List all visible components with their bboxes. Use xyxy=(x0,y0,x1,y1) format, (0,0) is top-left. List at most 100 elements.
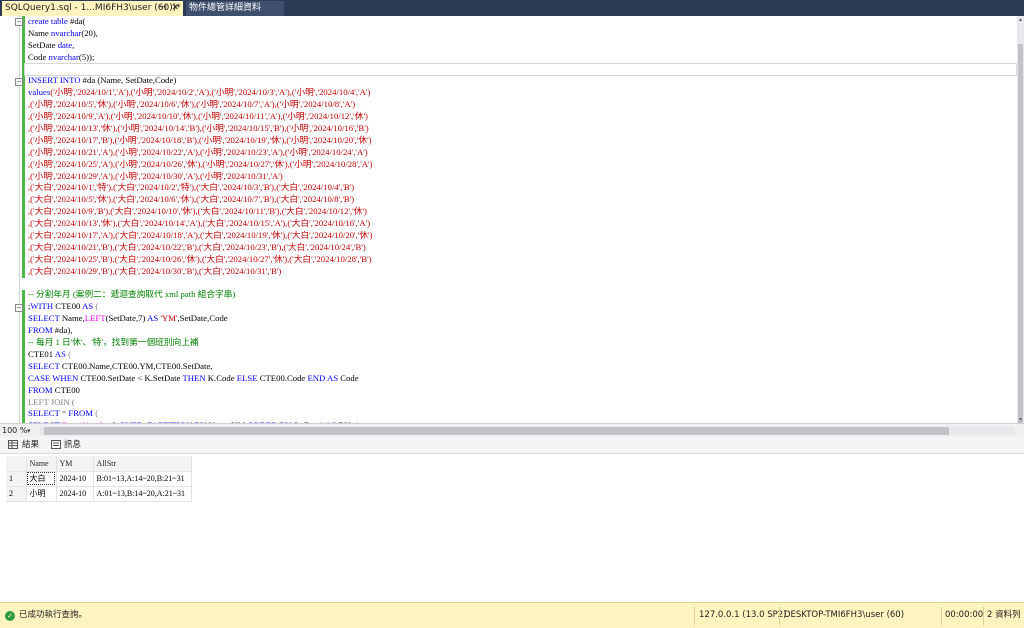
status-message: 已成功執行查詢。 xyxy=(19,610,88,620)
code-token: create table xyxy=(28,16,70,26)
code-line[interactable]: ,('小明','2024/10/13','休'),('小明','2024/10/… xyxy=(28,123,373,135)
code-token: ,('大白','2024/10/9','B'),('大白','2024/10/1… xyxy=(28,206,367,217)
code-token: FROM xyxy=(68,408,96,419)
code-token: #da (Name, SetDate,Code) xyxy=(82,75,177,86)
code-token: INSERT INTO xyxy=(28,75,83,86)
code-line[interactable]: ,('大白','2024/10/5','休'),('大白','2024/10/6… xyxy=(28,194,373,206)
results-grid-area: Name YM AllStr 1 大白 2024-10 B:01~13,A:14… xyxy=(0,454,1024,602)
code-line[interactable]: ,('大白','2024/10/13','休'),('大白','2024/10/… xyxy=(28,218,373,230)
code-line[interactable]: ,('大白','2024/10/21','B'),('大白','2024/10/… xyxy=(28,242,373,254)
code-line[interactable] xyxy=(28,64,373,76)
code-line[interactable]: CASE WHEN CTE00.SetDate < K.SetDate THEN… xyxy=(28,373,373,385)
scroll-down-icon[interactable]: ▾ xyxy=(1017,416,1024,423)
table-row[interactable]: 2 小明 2024-10 A:01~13,B:14~20,A:21~31 xyxy=(6,486,192,502)
row-number[interactable]: 2 xyxy=(6,486,27,502)
table-row[interactable]: 1 大白 2024-10 B:01~13,A:14~20,B:21~31 xyxy=(6,471,192,487)
code-line[interactable]: LEFT JOIN ( xyxy=(28,397,373,409)
code-token: CTE00.Code xyxy=(259,372,308,383)
code-line[interactable]: ,('小明','2024/10/21','A'),('小明','2024/10/… xyxy=(28,147,373,159)
column-header-name[interactable]: Name xyxy=(26,456,57,472)
code-line[interactable]: values('小明','2024/10/1','A'),('小明','2024… xyxy=(28,87,373,99)
code-line[interactable]: INSERT INTO #da (Name, SetDate,Code) xyxy=(28,75,373,87)
code-line[interactable] xyxy=(28,278,373,290)
code-line[interactable]: Code nvarchar(5)); xyxy=(28,52,373,64)
tab-messages[interactable]: 訊息 xyxy=(64,439,81,452)
code-lines[interactable]: create table #da(Name nvarchar(20), SetDa… xyxy=(28,16,373,423)
code-line[interactable]: CTE01 AS ( xyxy=(28,349,373,361)
code-token: date xyxy=(57,39,73,50)
code-line[interactable]: -- 分割年月 (案例二：遞迴查詢取代 xml path 組合字串) xyxy=(28,289,373,301)
scroll-up-icon[interactable]: ▴ xyxy=(1017,16,1024,23)
grid-cell-ym[interactable]: 2024-10 xyxy=(56,486,94,502)
code-token: nvarchar xyxy=(48,51,79,62)
tab-object-explorer-details[interactable]: 物件總管詳細資料 xyxy=(186,1,284,16)
tab-sqlquery1[interactable]: SQLQuery1.sql - 1...MI6FH3\user (60))* ⊣… xyxy=(2,1,183,16)
tab-results[interactable]: 結果 xyxy=(22,439,39,452)
code-token: -- 分割年月 (案例二：遞迴查詢取代 xml path 組合字串) xyxy=(28,289,236,300)
code-line[interactable]: -- 每月 1 日'休'、'特'，找到第一個班別向上補 xyxy=(28,337,373,349)
code-line[interactable]: ,('大白','2024/10/9','B'),('大白','2024/10/1… xyxy=(28,206,373,218)
code-line[interactable]: ,('小明','2024/10/29','A'),('小明','2024/10/… xyxy=(28,171,373,183)
fold-toggle-icon[interactable]: − xyxy=(15,18,23,26)
status-user: DESKTOP-TMI6FH3\user (60) xyxy=(784,610,905,620)
code-line[interactable]: ,('小明','2024/10/9','A'),('小明','2024/10/1… xyxy=(28,111,373,123)
status-server: 127.0.0.1 (13.0 SP2) xyxy=(699,610,787,620)
pin-icon[interactable]: ⊣ xyxy=(159,1,167,15)
code-line[interactable]: ,('小明','2024/10/5','休'),('小明','2024/10/6… xyxy=(28,99,373,111)
code-line[interactable]: Name nvarchar(20), xyxy=(28,28,373,40)
row-number[interactable]: 1 xyxy=(6,471,27,487)
code-line[interactable]: FROM CTE00 xyxy=(28,385,373,397)
zoom-dropdown-icon[interactable]: ▾ xyxy=(27,425,31,437)
code-line[interactable]: ,('小明','2024/10/25','A'),('小明','2024/10/… xyxy=(28,159,373,171)
fold-toggle-icon[interactable]: − xyxy=(15,78,23,86)
success-check-icon: ✓ xyxy=(5,611,15,621)
code-token: #da), xyxy=(54,325,73,336)
horizontal-scroll-thumb[interactable] xyxy=(44,427,949,435)
code-token: K.Code xyxy=(207,372,237,383)
code-token: WITH xyxy=(30,301,56,312)
grid-cell-name[interactable]: 大白 xyxy=(26,471,57,487)
grid-cell-name[interactable]: 小明 xyxy=(26,486,57,502)
grid-cell-ym[interactable]: 2024-10 xyxy=(56,471,94,487)
code-line[interactable]: ,('大白','2024/10/25','B'),('大白','2024/10/… xyxy=(28,254,373,266)
code-line[interactable]: SetDate date, xyxy=(28,40,373,52)
code-line[interactable]: ,('小明','2024/10/17','B'),('小明','2024/10/… xyxy=(28,135,373,147)
sql-editor[interactable]: − − − create table #da(Name nvarchar(20)… xyxy=(0,16,1017,423)
results-grid[interactable]: Name YM AllStr 1 大白 2024-10 B:01~13,A:14… xyxy=(6,456,192,502)
code-token: ,('大白','2024/10/17','A'),('大白','2024/10/… xyxy=(28,230,373,241)
code-line[interactable]: ,('大白','2024/10/29','B'),('大白','2024/10/… xyxy=(28,266,373,278)
code-line[interactable]: create table #da( xyxy=(28,16,373,28)
code-token: , xyxy=(72,39,75,50)
grid-icon xyxy=(8,440,18,449)
vertical-scroll-thumb[interactable] xyxy=(1018,44,1023,434)
column-header-allstr[interactable]: AllStr xyxy=(93,456,192,472)
code-token: (5)); xyxy=(78,51,95,62)
message-icon xyxy=(51,440,61,449)
grid-corner[interactable] xyxy=(6,456,27,472)
code-token: END AS xyxy=(307,372,341,383)
editor-vertical-scrollbar[interactable]: ▴ ▾ xyxy=(1017,16,1024,434)
column-header-ym[interactable]: YM xyxy=(56,456,94,472)
code-line[interactable]: ,('大白','2024/10/1','特'),('大白','2024/10/2… xyxy=(28,182,373,194)
fold-toggle-icon[interactable]: − xyxy=(15,304,23,312)
code-line[interactable]: ;WITH CTE00 AS ( xyxy=(28,301,373,313)
code-line[interactable]: SELECT CTE00.Name,CTE00.YM,CTE00.SetDate… xyxy=(28,361,373,373)
code-token: CTE00.Name,CTE00.YM,CTE00.SetDate, xyxy=(61,360,213,371)
saved-change-bar xyxy=(22,76,25,278)
code-token: ,('大白','2024/10/25','B'),('大白','2024/10/… xyxy=(28,253,372,264)
grid-cell-allstr[interactable]: B:01~13,A:14~20,B:21~31 xyxy=(93,471,192,487)
status-divider xyxy=(983,607,984,625)
code-line[interactable]: FROM #da), xyxy=(28,325,373,337)
code-token: (20), xyxy=(81,27,98,38)
code-line[interactable]: ,('大白','2024/10/17','A'),('大白','2024/10/… xyxy=(28,230,373,242)
grid-cell-allstr[interactable]: A:01~13,B:14~20,A:21~31 xyxy=(93,486,192,502)
code-token: SELECT xyxy=(28,360,62,371)
code-token: ,SetDate,Code xyxy=(177,313,228,324)
code-token: 'YM' xyxy=(160,313,178,324)
zoom-level[interactable]: 100 % xyxy=(2,425,27,437)
code-token: ,('小明','2024/10/9','A'),('小明','2024/10/1… xyxy=(28,111,368,122)
code-line[interactable]: SELECT Name,LEFT(SetDate,7) AS 'YM',SetD… xyxy=(28,313,373,325)
close-icon[interactable]: ✕ xyxy=(171,1,179,15)
results-tab-bar: 結果 訊息 xyxy=(0,437,1024,454)
code-line[interactable]: SELECT * FROM ( xyxy=(28,408,373,420)
